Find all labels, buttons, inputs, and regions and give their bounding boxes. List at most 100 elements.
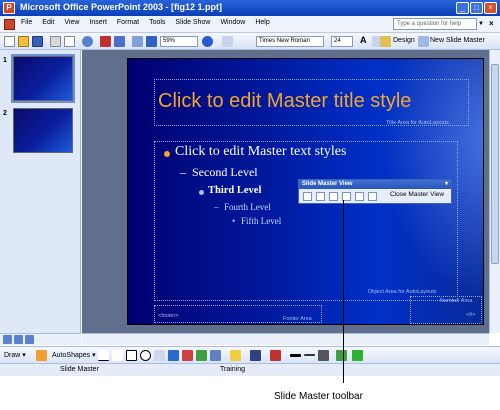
fill-color-icon[interactable] <box>230 350 241 361</box>
grid-icon[interactable] <box>132 36 143 47</box>
font-size-select[interactable]: 24 <box>331 36 353 47</box>
horizontal-scrollbar[interactable] <box>82 333 489 345</box>
line-icon[interactable] <box>98 350 109 361</box>
footer-area-label: Footer Area <box>283 316 312 322</box>
level-4-marker: – <box>214 202 219 212</box>
thumbnail-number-1: 1 <box>3 57 7 64</box>
callout-line <box>343 200 344 383</box>
level-3-text: Third Level <box>208 185 262 196</box>
menu-items: File Edit View Insert Format Tools Slide… <box>21 19 280 26</box>
menu-tools[interactable]: Tools <box>149 19 165 26</box>
rectangle-icon[interactable] <box>126 350 137 361</box>
shadow-style-icon[interactable] <box>336 350 347 361</box>
slide-master-thumbnail[interactable] <box>11 54 75 103</box>
line-style-icon[interactable] <box>290 354 301 357</box>
callout-label: Slide Master toolbar <box>274 391 363 402</box>
draw-menu[interactable]: Draw ▾ <box>4 351 26 359</box>
master-title-text: Click to edit Master title style <box>158 90 412 112</box>
number-area-label: Number Area <box>440 298 473 304</box>
grow-font-button[interactable]: A <box>360 35 367 45</box>
insert-new-title-master-icon[interactable] <box>316 192 325 201</box>
level-1-text: Click to edit Master text styles <box>175 144 347 159</box>
maximize-button[interactable]: □ <box>470 2 483 14</box>
standard-toolbar: 59% Times New Roman 24 A Design New Slid… <box>0 33 500 50</box>
level-4-text: Fourth Level <box>224 202 271 212</box>
normal-view-icon[interactable] <box>3 335 12 344</box>
slide-master-view-toolbar: Slide Master View ▾ Close Master View <box>298 179 452 204</box>
insert-chart-icon[interactable] <box>100 36 111 47</box>
powerpoint-app-icon[interactable]: P <box>3 2 15 14</box>
new-slide-master-button[interactable]: New Slide Master <box>430 37 485 44</box>
menu-format[interactable]: Format <box>117 19 139 26</box>
oval-icon[interactable] <box>140 350 151 361</box>
picture-icon[interactable] <box>210 350 221 361</box>
help-dropdown-icon[interactable]: ▼ <box>478 21 484 27</box>
new-slide-icon[interactable] <box>418 36 429 47</box>
arrow-style-icon[interactable] <box>318 350 329 361</box>
undo-icon[interactable] <box>82 36 93 47</box>
diagram-icon[interactable] <box>182 350 193 361</box>
design-icon[interactable] <box>380 36 391 47</box>
new-icon[interactable] <box>4 36 15 47</box>
minimize-button[interactable]: _ <box>456 2 469 14</box>
close-master-view-button[interactable]: Close Master View <box>390 191 444 198</box>
font-color-icon[interactable] <box>270 350 281 361</box>
clip-art-icon[interactable] <box>196 350 207 361</box>
level-5-text: Fifth Level <box>241 216 282 226</box>
window-title: Microsoft Office PowerPoint 2003 - [fig1… <box>20 2 223 12</box>
autoshapes-menu[interactable]: AutoShapes ▾ <box>52 351 96 359</box>
menu-slide-show[interactable]: Slide Show <box>175 19 210 26</box>
line-color-icon[interactable] <box>250 350 261 361</box>
status-design-template: Training <box>220 366 246 373</box>
slide-show-view-icon[interactable] <box>25 335 34 344</box>
document-icon[interactable] <box>4 19 15 30</box>
arrow-icon[interactable] <box>112 350 123 361</box>
level-2-marker: – <box>180 165 186 179</box>
menu-file[interactable]: File <box>21 19 32 26</box>
menu-view[interactable]: View <box>64 19 79 26</box>
master-layout-icon[interactable] <box>368 192 377 201</box>
save-icon[interactable] <box>32 36 43 47</box>
insert-table-icon[interactable] <box>114 36 125 47</box>
thumbnail-number-2: 2 <box>3 110 7 117</box>
help-icon[interactable] <box>202 36 213 47</box>
text-box-icon[interactable] <box>154 350 165 361</box>
title-bar: P Microsoft Office PowerPoint 2003 - [fi… <box>0 0 500 16</box>
select-objects-icon[interactable] <box>36 350 47 361</box>
help-search-input[interactable]: Type a question for help <box>393 18 477 30</box>
copy-icon[interactable] <box>64 36 75 47</box>
toolbar-options-icon-3[interactable]: ▾ <box>445 180 448 189</box>
slide-thumbnail-pane: 1 2 <box>0 50 81 333</box>
slide-number-field: <#> <box>466 312 476 318</box>
zoom-select[interactable]: 59% <box>160 36 198 47</box>
dash-style-icon[interactable] <box>304 354 315 356</box>
font-name-select[interactable]: Times New Roman <box>256 36 324 47</box>
open-icon[interactable] <box>18 36 29 47</box>
title-master-thumbnail[interactable] <box>13 108 73 153</box>
toolbar-options-icon[interactable] <box>222 36 233 47</box>
print-icon[interactable] <box>50 36 61 47</box>
rename-master-icon[interactable] <box>355 192 364 201</box>
slide-sorter-view-icon[interactable] <box>14 335 23 344</box>
delete-master-icon[interactable] <box>329 192 338 201</box>
design-button[interactable]: Design <box>393 37 415 44</box>
menu-window[interactable]: Window <box>220 19 245 26</box>
object-area-label: Object Area for AutoLayouts <box>368 289 437 295</box>
menu-edit[interactable]: Edit <box>42 19 54 26</box>
3d-style-icon[interactable] <box>352 350 363 361</box>
wordart-icon[interactable] <box>168 350 179 361</box>
close-window-button[interactable]: × <box>484 2 497 14</box>
view-buttons-bar <box>0 333 81 345</box>
status-bar: Slide Master Training <box>0 363 500 376</box>
vertical-scroll-thumb[interactable] <box>491 64 499 264</box>
slide-master-toolbar-header[interactable]: Slide Master View ▾ <box>299 180 451 189</box>
level1-bullet-icon <box>164 151 170 157</box>
vertical-scrollbar[interactable] <box>489 50 500 333</box>
title-placeholder[interactable]: Click to edit Master title style <box>154 79 469 126</box>
menu-help[interactable]: Help <box>255 19 269 26</box>
close-document-button[interactable]: × <box>489 19 494 28</box>
color-icon[interactable] <box>146 36 157 47</box>
menu-insert[interactable]: Insert <box>89 19 107 26</box>
insert-new-slide-master-icon[interactable] <box>303 192 312 201</box>
drawing-toolbar: Draw ▾ AutoShapes ▾ <box>0 346 500 363</box>
